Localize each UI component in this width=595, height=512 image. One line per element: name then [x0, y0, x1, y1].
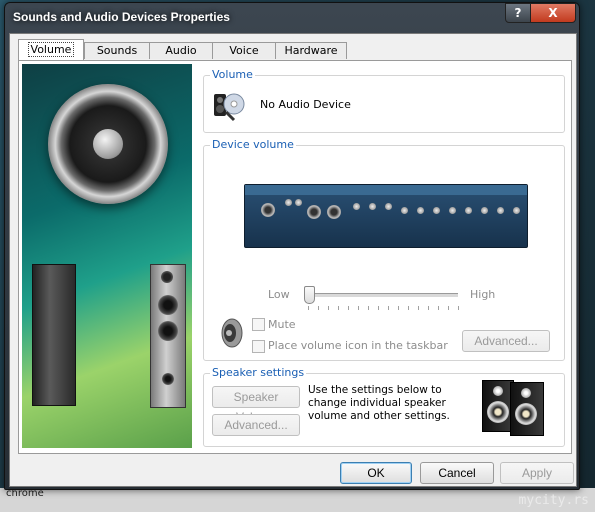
close-icon: X	[548, 6, 558, 20]
mixer-knob	[385, 203, 392, 210]
slider-tick	[338, 306, 339, 310]
woofer	[487, 401, 509, 423]
woofer	[158, 295, 178, 315]
tab-label: Sounds	[96, 44, 138, 57]
tab-voice[interactable]: Voice	[212, 42, 276, 59]
speaker-settings-group: Speaker settings Speaker Volume Advanced…	[203, 366, 565, 447]
tab-label: Audio	[165, 44, 197, 57]
mixer-knob	[285, 199, 292, 206]
help-icon: ?	[514, 6, 522, 20]
slider-tick	[358, 306, 359, 310]
tab-label: Hardware	[284, 44, 338, 57]
dialog-client-area: Volume Sounds Audio Voice Hardware Volum…	[9, 33, 577, 487]
slider-tick	[318, 306, 319, 310]
help-button[interactable]: ?	[505, 3, 531, 23]
close-button[interactable]: X	[530, 3, 576, 23]
volume-high-label: High	[470, 288, 496, 301]
cancel-button[interactable]: Cancel	[420, 462, 494, 484]
slider-tick	[408, 306, 409, 310]
speaker-icon	[221, 318, 243, 348]
mixer-knob	[353, 203, 360, 210]
tab-label: Volume	[27, 42, 75, 57]
mixer-knob	[449, 207, 456, 214]
speaker-settings-label: Speaker settings	[210, 366, 307, 379]
speaker-volume-button[interactable]: Speaker Volume	[212, 386, 300, 424]
volume-low-label: Low	[268, 288, 290, 301]
tower-speaker-right	[150, 264, 186, 408]
slider-tick	[418, 306, 419, 310]
mixer-top-strip	[245, 185, 527, 195]
title-bar[interactable]: Sounds and Audio Devices Properties ? X	[5, 3, 579, 31]
tab-sounds[interactable]: Sounds	[84, 42, 150, 59]
bookshelf-speaker-right	[510, 382, 544, 436]
woofer	[158, 321, 178, 341]
mute-label: Mute	[268, 318, 296, 331]
tower-speaker-left	[32, 264, 76, 406]
device-volume-label: Device volume	[210, 138, 296, 151]
mixer-knob	[481, 207, 488, 214]
mixer-jack	[261, 203, 275, 217]
mixer-image	[244, 184, 528, 248]
slider-tick	[348, 306, 349, 310]
mixer-jack	[307, 205, 321, 219]
mute-checkbox[interactable]	[252, 318, 265, 331]
slider-tick	[368, 306, 369, 310]
mixer-knob	[513, 207, 520, 214]
speaker-settings-description: Use the settings below to change individ…	[308, 384, 450, 422]
taskbar-icon-checkbox[interactable]	[252, 340, 265, 353]
device-advanced-button[interactable]: Advanced...	[462, 330, 550, 352]
speaker-cone-image	[48, 84, 168, 204]
taskbar-icon-label: Place volume icon in the taskbar	[268, 339, 448, 352]
speaker-advanced-button[interactable]: Advanced...	[212, 414, 300, 436]
slider-tick	[398, 306, 399, 310]
window-title: Sounds and Audio Devices Properties	[13, 10, 230, 24]
slider-tick	[328, 306, 329, 310]
mixer-knob	[401, 207, 408, 214]
mixer-knob	[433, 207, 440, 214]
tweeter	[493, 386, 503, 396]
speakers-artwork	[22, 64, 192, 448]
speaker-mic-icon	[214, 93, 245, 122]
mixer-knob	[295, 199, 302, 206]
ok-button[interactable]: OK	[340, 462, 412, 484]
mixer-knob	[369, 203, 376, 210]
watermark: mycity.rs	[518, 493, 589, 508]
speaker-dust-cap	[93, 129, 123, 159]
device-name: No Audio Device	[260, 98, 351, 111]
tweeter	[161, 271, 173, 283]
mixer-jack	[327, 205, 341, 219]
volume-group-label: Volume	[210, 68, 255, 81]
volume-group: Volume No Audio Device	[203, 68, 565, 133]
properties-dialog: Sounds and Audio Devices Properties ? X …	[4, 2, 580, 490]
slider-tick	[308, 306, 309, 310]
slider-tick	[458, 306, 459, 310]
apply-button[interactable]: Apply	[500, 462, 574, 484]
volume-tab-panel: Volume No Audio Device Device volume Low…	[18, 60, 572, 454]
desktop-strip	[0, 488, 595, 512]
mixer-knob	[465, 207, 472, 214]
slider-tick	[448, 306, 449, 310]
slider-tick	[378, 306, 379, 310]
tab-hardware[interactable]: Hardware	[275, 42, 347, 59]
device-volume-group: Device volume Low High Mute Place volume…	[203, 138, 565, 361]
mixer-knob	[497, 207, 504, 214]
tab-volume[interactable]: Volume	[18, 39, 84, 60]
woofer	[515, 403, 537, 425]
slider-tick	[438, 306, 439, 310]
slider-tick	[428, 306, 429, 310]
tab-audio[interactable]: Audio	[149, 42, 213, 59]
bass-port	[162, 373, 174, 385]
tab-label: Voice	[229, 44, 259, 57]
mixer-knob	[417, 207, 424, 214]
tweeter	[521, 388, 531, 398]
volume-slider-thumb[interactable]	[304, 286, 315, 304]
slider-tick	[388, 306, 389, 310]
volume-slider-track[interactable]	[308, 293, 458, 298]
